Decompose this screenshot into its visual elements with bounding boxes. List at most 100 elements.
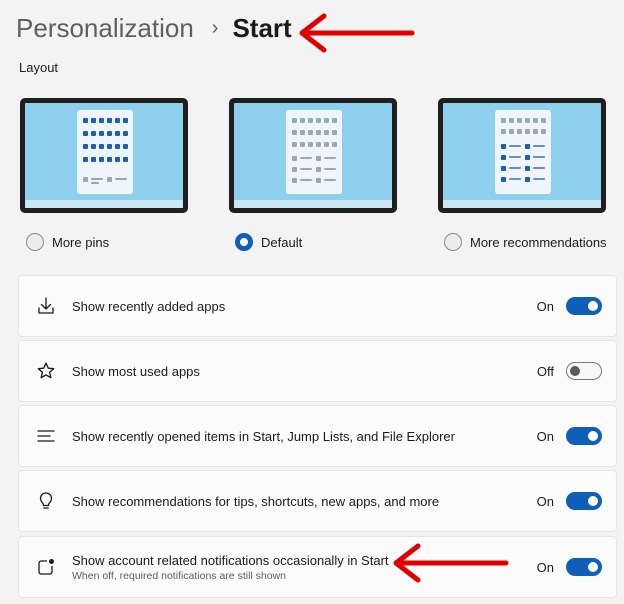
account-notifications-toggle[interactable]: [566, 558, 602, 576]
preview-tile: [91, 144, 96, 149]
annotation-arrow-icon: [393, 543, 509, 583]
layout-option-more-recommendations[interactable]: More recommendations: [444, 232, 607, 252]
preview-tile: [525, 166, 530, 171]
preview-tile: [292, 118, 297, 123]
radio-label: More pins: [52, 234, 110, 250]
layout-preview-default[interactable]: [229, 98, 397, 213]
toggle-state: On: [536, 559, 554, 575]
preview-tile: [501, 144, 506, 149]
toggle-state: Off: [536, 363, 554, 379]
preview-line: [300, 157, 312, 159]
preview-tile: [308, 142, 313, 147]
preview-tile: [533, 129, 538, 134]
preview-tile: [91, 131, 96, 136]
preview-tile: [115, 118, 120, 123]
preview-tile: [316, 142, 321, 147]
toggle-state: On: [536, 428, 554, 444]
preview-tile: [83, 144, 88, 149]
preview-tile: [501, 166, 506, 171]
annotation-arrow-icon: [299, 13, 415, 53]
preview-tile: [525, 129, 530, 134]
preview-tile: [292, 156, 297, 161]
notification-icon: [38, 559, 54, 575]
preview-tile: [501, 129, 506, 134]
preview-tile: [83, 131, 88, 136]
setting-recently-added-apps: Show recently added apps On: [18, 275, 617, 337]
preview-tile: [324, 130, 329, 135]
radio-more-recommendations[interactable]: [444, 233, 462, 251]
preview-tile: [115, 131, 120, 136]
preview-tile: [300, 118, 305, 123]
preview-tile: [292, 142, 297, 147]
preview-line: [509, 178, 521, 180]
preview-tile: [308, 130, 313, 135]
setting-title: Show recently opened items in Start, Jum…: [72, 428, 455, 444]
preview-tile: [83, 118, 88, 123]
page-title: Start: [232, 12, 292, 43]
recently-added-apps-toggle[interactable]: [566, 297, 602, 315]
lightbulb-icon: [39, 492, 53, 509]
breadcrumb-personalization[interactable]: Personalization: [16, 13, 194, 44]
preview-tile: [123, 157, 128, 162]
preview-line: [91, 178, 103, 180]
preview-tile: [115, 157, 120, 162]
layout-preview-more-pins[interactable]: [20, 98, 188, 213]
preview-tile: [525, 144, 530, 149]
star-icon: [37, 362, 55, 379]
setting-title: Show most used apps: [72, 363, 200, 379]
toggle-state: On: [536, 298, 554, 314]
preview-tile: [123, 131, 128, 136]
layout-option-default[interactable]: Default: [235, 232, 302, 252]
preview-tile: [332, 142, 337, 147]
preview-tile: [533, 118, 538, 123]
preview-tile: [300, 142, 305, 147]
setting-recommendations: Show recommendations for tips, shortcuts…: [18, 470, 617, 532]
preview-tile: [525, 118, 530, 123]
preview-tile: [83, 177, 88, 182]
preview-tile: [316, 167, 321, 172]
preview-tile: [91, 118, 96, 123]
preview-tile: [292, 167, 297, 172]
preview-tile: [332, 130, 337, 135]
preview-tile: [316, 130, 321, 135]
preview-line: [533, 156, 545, 158]
preview-tile: [501, 177, 506, 182]
radio-label: More recommendations: [470, 234, 607, 250]
layout-option-more-pins[interactable]: More pins: [26, 232, 109, 252]
preview-line: [533, 178, 545, 180]
recommendations-toggle[interactable]: [566, 492, 602, 510]
setting-title: Show account related notifications occas…: [72, 552, 389, 568]
preview-tile: [107, 131, 112, 136]
preview-tile: [99, 118, 104, 123]
most-used-apps-toggle[interactable]: [566, 362, 602, 380]
preview-line: [324, 168, 336, 170]
preview-tile: [99, 157, 104, 162]
preview-tile: [316, 178, 321, 183]
preview-line: [509, 145, 521, 147]
preview-tile: [525, 155, 530, 160]
preview-tile: [91, 157, 96, 162]
preview-tile: [316, 156, 321, 161]
setting-recently-opened-items: Show recently opened items in Start, Jum…: [18, 405, 617, 467]
preview-tile: [316, 118, 321, 123]
layout-preview-more-recommendations[interactable]: [438, 98, 606, 213]
preview-tile: [525, 177, 530, 182]
preview-tile: [509, 129, 514, 134]
preview-tile: [107, 177, 112, 182]
radio-default[interactable]: [235, 233, 253, 251]
preview-tile: [517, 129, 522, 134]
setting-title: Show recently added apps: [72, 298, 226, 314]
preview-line: [324, 179, 336, 181]
preview-tile: [324, 142, 329, 147]
preview-tile: [292, 178, 297, 183]
preview-line: [533, 167, 545, 169]
preview-tile: [123, 144, 128, 149]
list-icon: [37, 430, 55, 442]
preview-tile: [324, 118, 329, 123]
preview-tile: [541, 129, 546, 134]
recently-opened-items-toggle[interactable]: [566, 427, 602, 445]
preview-tile: [300, 130, 305, 135]
preview-tile: [501, 118, 506, 123]
setting-account-notifications: Show account related notifications occas…: [18, 536, 617, 598]
radio-more-pins[interactable]: [26, 233, 44, 251]
